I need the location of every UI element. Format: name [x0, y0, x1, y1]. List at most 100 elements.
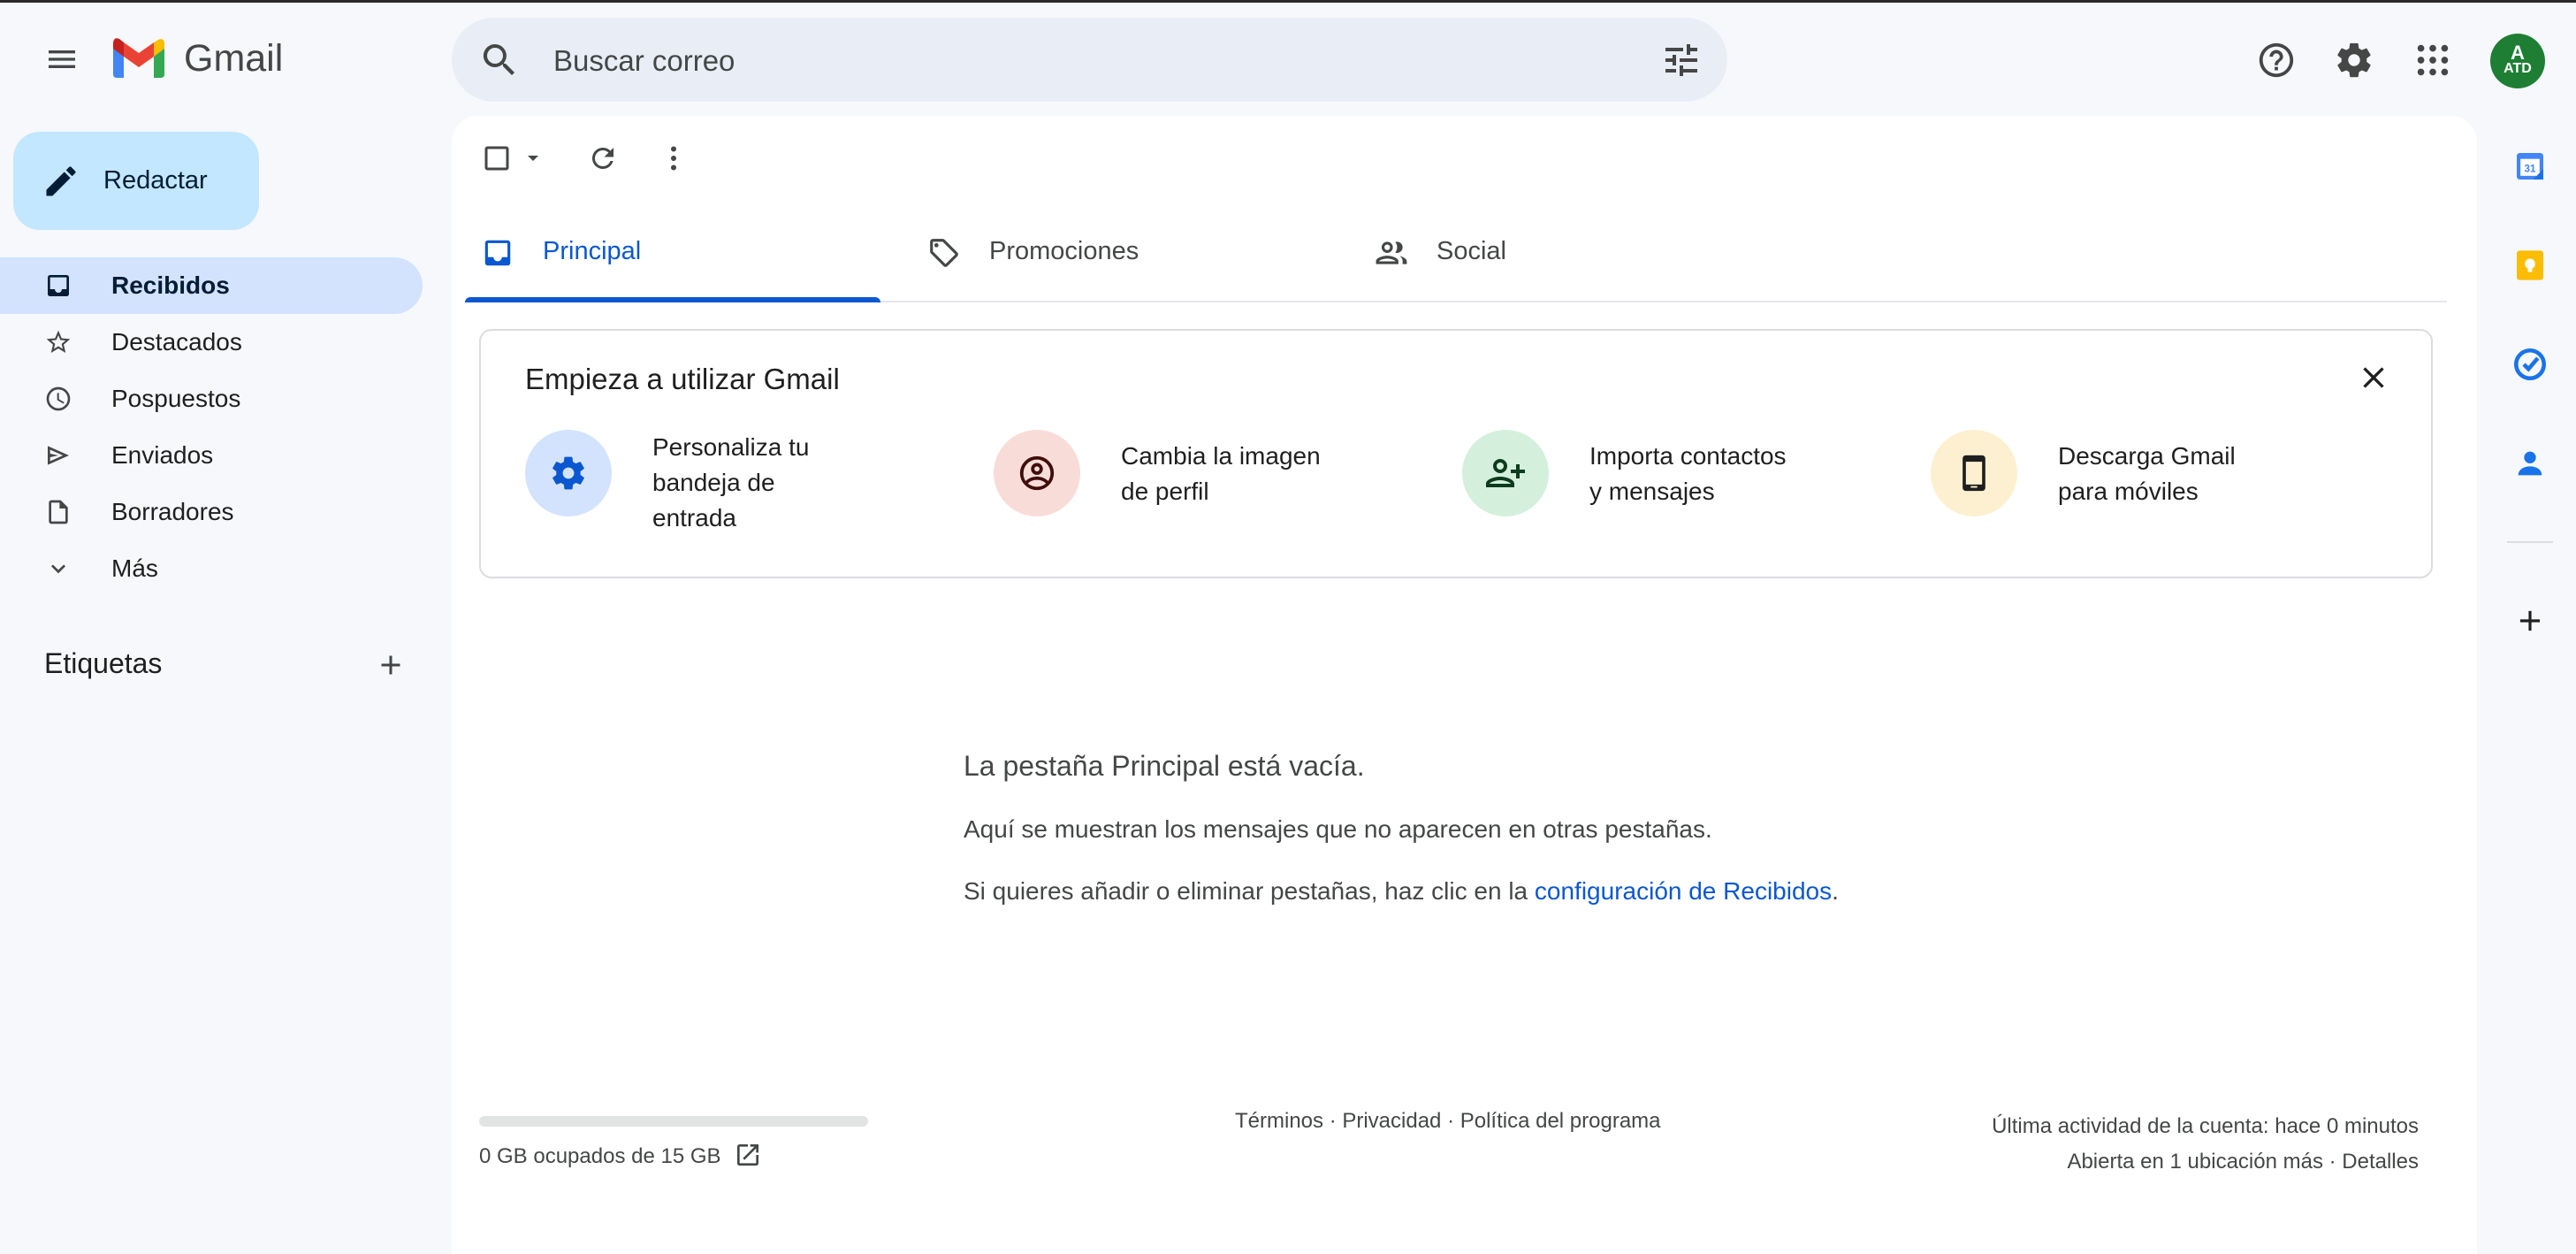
- settings-button[interactable]: [2328, 34, 2381, 87]
- help-button[interactable]: [2250, 34, 2303, 87]
- inbox-icon: [44, 271, 72, 300]
- labels-heading: Etiquetas: [44, 647, 163, 679]
- onboarding-icon-circle: [994, 430, 1080, 516]
- tasks-icon: [2513, 348, 2547, 381]
- calendar-addon-button[interactable]: 31: [2504, 140, 2557, 193]
- sidebar-item-label: Borradores: [111, 498, 234, 525]
- gear-icon: [553, 456, 584, 490]
- onboarding-line: Importa contactos: [1589, 442, 1787, 470]
- onboarding-line: entrada: [652, 504, 736, 531]
- draft-icon: [44, 498, 72, 526]
- last-activity-text: Última actividad de la cuenta: hace 0 mi…: [1992, 1114, 2419, 1138]
- apps-button[interactable]: [2406, 34, 2459, 87]
- compose-button[interactable]: Redactar: [13, 132, 259, 230]
- onboarding-item-text: Personaliza tu bandeja de entrada: [652, 430, 865, 536]
- sidebar-item-label: Enviados: [111, 441, 214, 469]
- caret-down-icon: [528, 156, 538, 161]
- window-top-border: [0, 0, 2576, 3]
- help-icon: [2259, 42, 2294, 78]
- keep-addon-button[interactable]: [2504, 239, 2557, 292]
- tab-promociones[interactable]: Promociones: [911, 205, 1327, 301]
- onboarding-download-mobile[interactable]: Descarga Gmail para móviles: [1931, 430, 2373, 527]
- search-input[interactable]: [552, 39, 1616, 83]
- sidebar-item-inbox[interactable]: Recibidos: [0, 257, 423, 314]
- app-name[interactable]: Gmail: [184, 35, 283, 81]
- sidebar-item-drafts[interactable]: Borradores: [0, 484, 423, 540]
- star-icon: [44, 328, 72, 356]
- sidebar-item-more[interactable]: Más: [0, 540, 423, 597]
- inbox-icon: [481, 236, 514, 270]
- account-avatar[interactable]: A ATD: [2490, 34, 2545, 88]
- plus-icon: [381, 655, 400, 675]
- tab-label: Promociones: [989, 237, 1139, 265]
- gear-icon: [2337, 42, 2371, 78]
- onboarding-line: para móviles: [2058, 478, 2199, 505]
- tab-principal[interactable]: Principal: [465, 205, 880, 302]
- storage-text: 0 GB ocupados de 15 GB: [479, 1144, 721, 1168]
- onboarding-icon-circle: [525, 430, 612, 516]
- onboarding-import-contacts[interactable]: Importa contactos y mensajes: [1462, 430, 1904, 527]
- side-panel-divider: [2507, 541, 2553, 543]
- hint-suffix: .: [1832, 877, 1839, 905]
- sidebar-item-starred[interactable]: Destacados: [0, 314, 423, 371]
- onboarding-line: de perfil: [1121, 478, 1209, 505]
- inbox-settings-link[interactable]: configuración de Recibidos: [1535, 877, 1832, 905]
- add-label-button[interactable]: [371, 646, 410, 684]
- checkbox-icon: [484, 146, 509, 171]
- keep-icon: [2517, 250, 2543, 280]
- open-in-new-icon: [737, 1144, 758, 1166]
- sidebar-item-label: Recibidos: [111, 271, 230, 299]
- apps-grid-icon: [2417, 44, 2449, 76]
- onboarding-title: Empieza a utilizar Gmail: [525, 363, 840, 395]
- more-vertical-icon: [671, 146, 676, 171]
- search-icon[interactable]: [478, 39, 521, 81]
- main-menu-button[interactable]: [35, 33, 88, 86]
- hint-prefix: Si quieres añadir o eliminar pestañas, h…: [964, 877, 1535, 905]
- search-options-icon[interactable]: [1660, 39, 1703, 81]
- onboarding-change-profile-picture[interactable]: Cambia la imagen de perfil: [994, 430, 1436, 527]
- onboarding-line: Descarga Gmail: [2058, 442, 2236, 470]
- onboarding-item-text: Cambia la imagen de perfil: [1121, 439, 1333, 509]
- get-addons-button[interactable]: [2504, 594, 2557, 647]
- hamburger-menu-icon: [49, 50, 75, 68]
- people-icon: [1375, 236, 1408, 270]
- onboarding-icon-circle: [1462, 430, 1549, 516]
- send-icon: [44, 441, 72, 470]
- onboarding-customize-inbox[interactable]: Personaliza tu bandeja de entrada: [525, 430, 967, 531]
- sidebar-item-label: Pospuestos: [111, 385, 241, 412]
- pencil-icon: [42, 162, 80, 201]
- tab-social[interactable]: Social: [1359, 205, 1774, 301]
- contacts-addon-button[interactable]: [2504, 437, 2557, 490]
- storage-bar: [479, 1116, 868, 1127]
- onboarding-icon-circle: [1931, 430, 2017, 516]
- clock-icon: [44, 385, 72, 413]
- phone-icon: [1962, 455, 1985, 492]
- person-add-icon: [1486, 459, 1525, 487]
- footer-links[interactable]: Términos · Privacidad · Política del pro…: [1235, 1109, 1661, 1134]
- refresh-button[interactable]: [580, 134, 626, 183]
- close-icon: [2363, 367, 2384, 388]
- compose-label: Redactar: [103, 166, 208, 195]
- plus-icon: [2519, 610, 2541, 631]
- sidebar-item-label: Más: [111, 554, 158, 582]
- empty-state-title: La pestaña Principal está vacía.: [964, 750, 1365, 782]
- activity-details-link[interactable]: Abierta en 1 ubicación más · Detalles: [1992, 1144, 2419, 1180]
- category-tabs: Principal Promociones Social: [465, 205, 2447, 302]
- select-all-checkbox[interactable]: [477, 134, 516, 183]
- manage-storage-link[interactable]: [734, 1141, 762, 1169]
- tasks-addon-button[interactable]: [2504, 338, 2557, 391]
- onboarding-line: Personaliza tu: [652, 433, 810, 461]
- onboarding-item-text: Importa contactos y mensajes: [1589, 439, 1802, 509]
- tag-icon: [927, 236, 961, 270]
- sidebar-item-snoozed[interactable]: Pospuestos: [0, 371, 423, 427]
- more-actions-button[interactable]: [651, 134, 697, 183]
- sidebar-item-sent[interactable]: Enviados: [0, 427, 423, 484]
- search-bar[interactable]: [452, 18, 1727, 102]
- close-onboarding-button[interactable]: [2351, 356, 2396, 400]
- sidebar-item-label: Destacados: [111, 328, 242, 356]
- account-circle-icon: [1019, 455, 1055, 491]
- refresh-icon: [591, 147, 614, 169]
- select-dropdown-button[interactable]: [520, 134, 546, 183]
- gmail-logo[interactable]: [110, 35, 168, 81]
- onboarding-line: y mensajes: [1589, 478, 1715, 505]
